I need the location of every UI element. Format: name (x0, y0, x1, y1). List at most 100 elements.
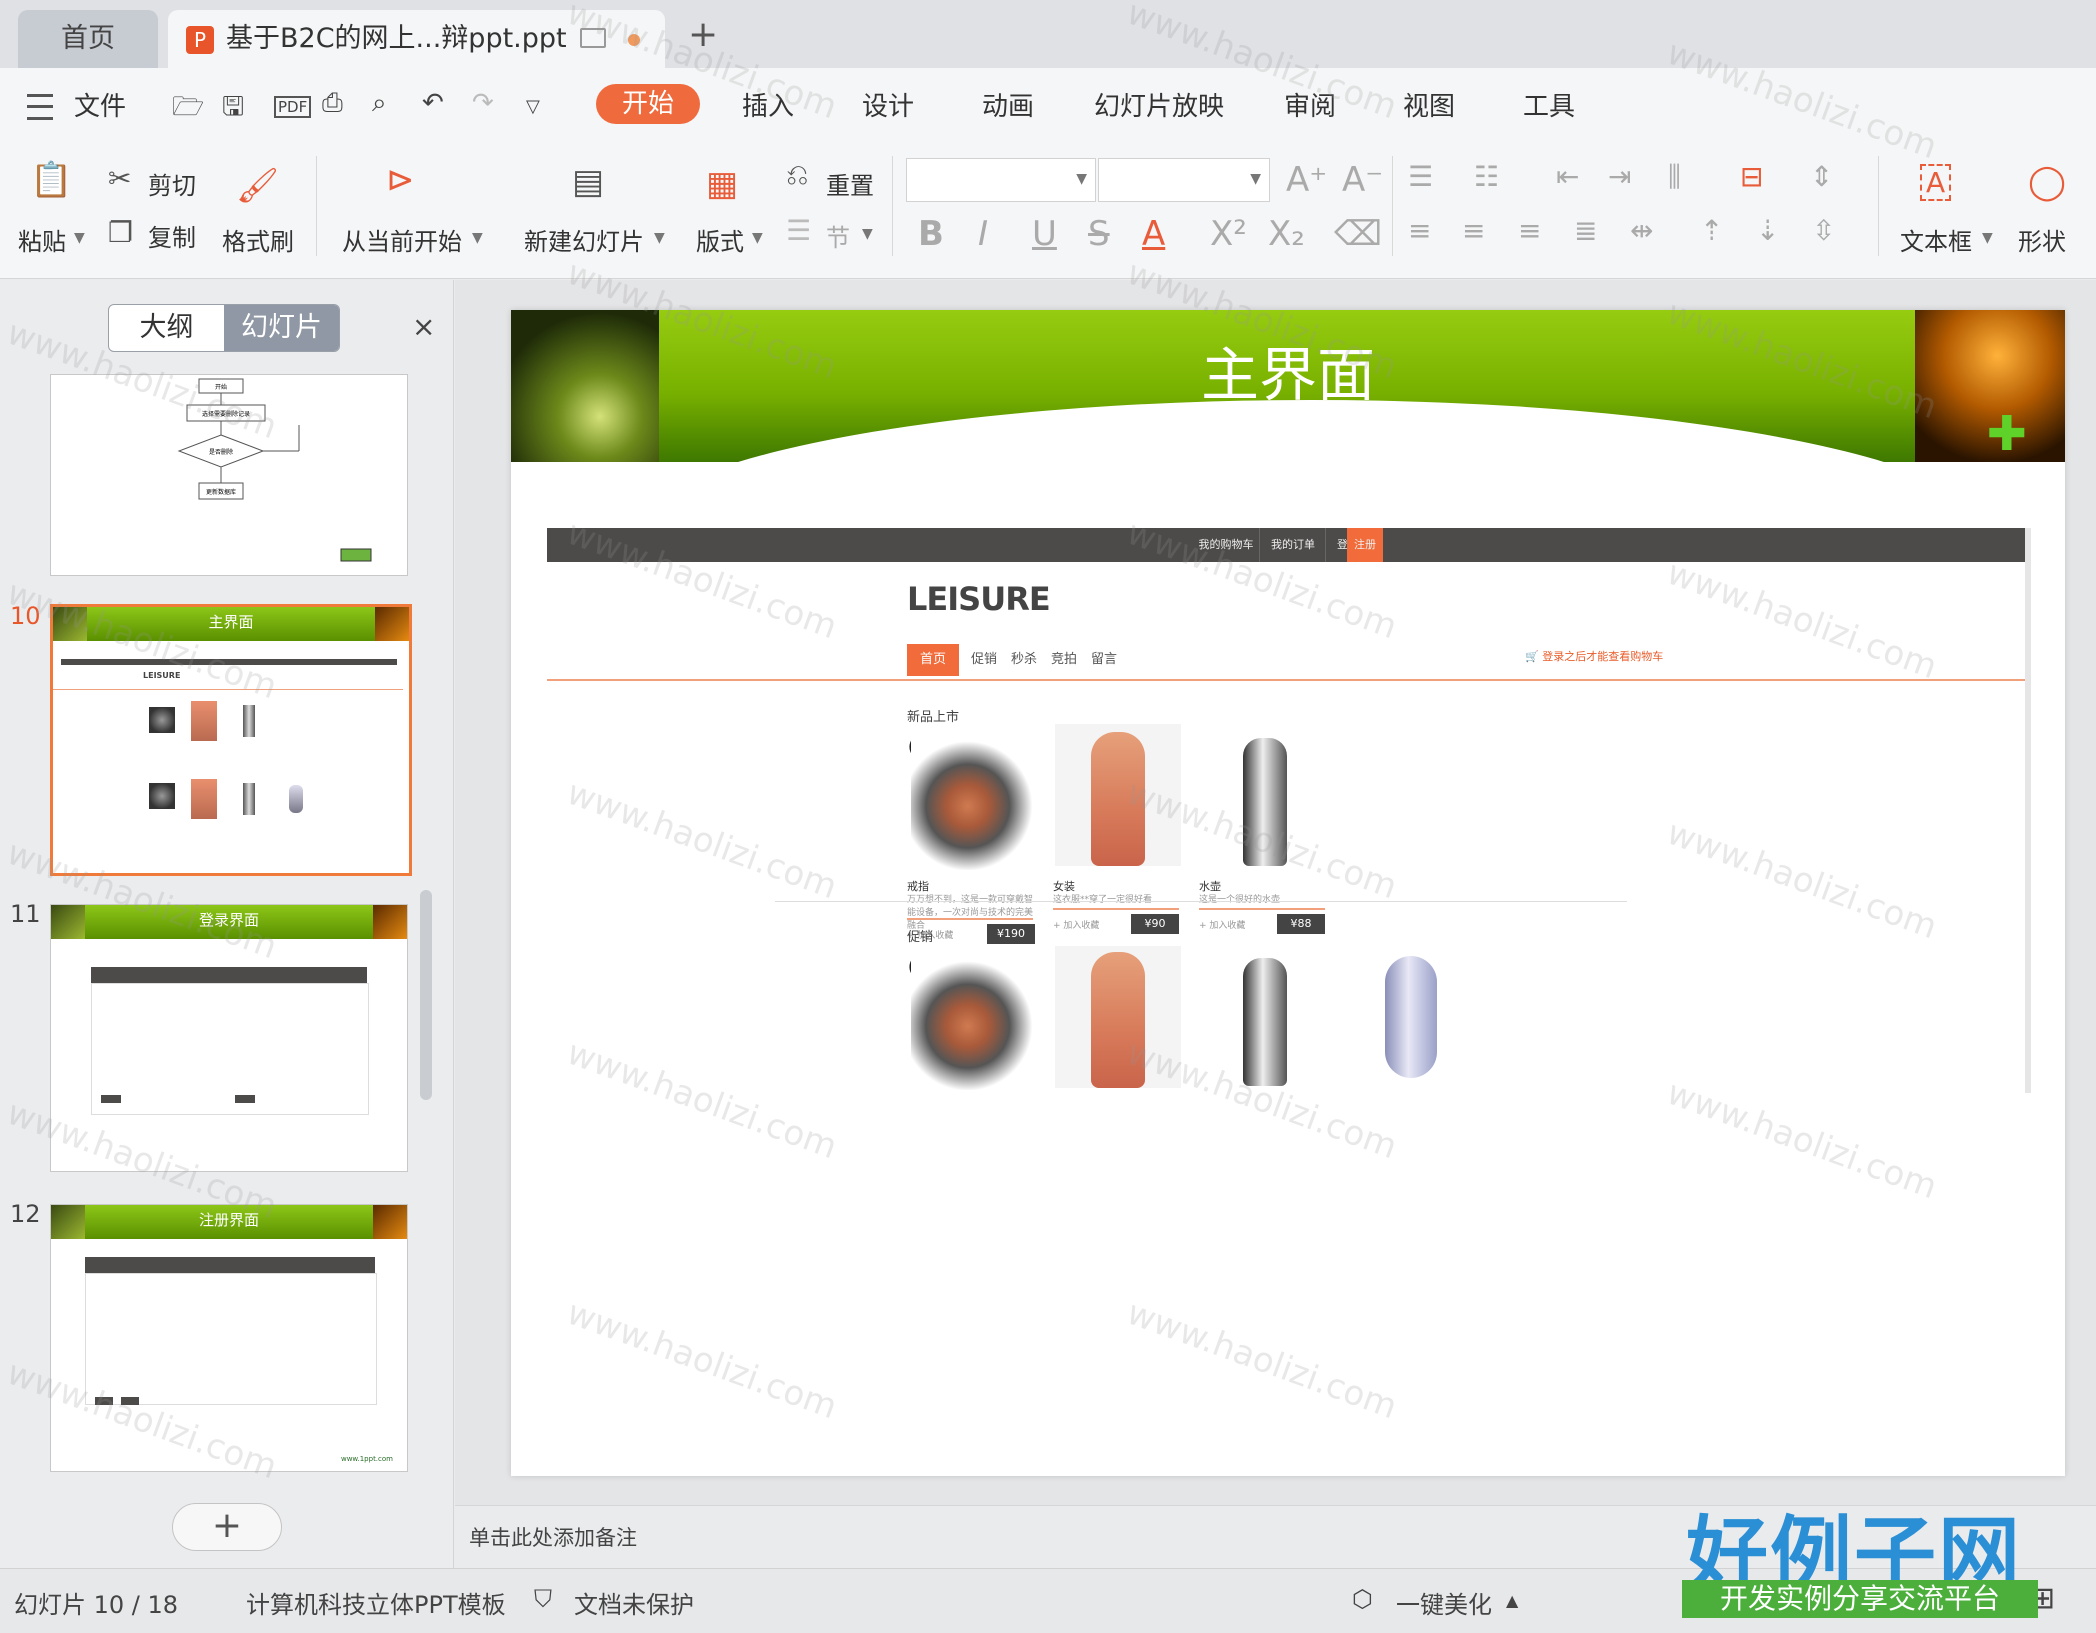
justify-icon[interactable]: ≣ (1574, 214, 1597, 247)
section-button[interactable]: 节 (826, 218, 850, 253)
bullet-list-icon[interactable]: ☰ (1408, 160, 1433, 193)
align-right-icon[interactable]: ≡ (1518, 214, 1541, 247)
bold-button[interactable]: B (918, 214, 944, 254)
menu-view[interactable]: 视图 (1403, 86, 1455, 123)
menu-animation[interactable]: 动画 (982, 86, 1034, 123)
undo-icon[interactable]: ↶ (422, 88, 444, 118)
menu-design[interactable]: 设计 (862, 86, 914, 123)
ribbon-separator (316, 156, 317, 256)
format-painter-button[interactable]: 格式刷 (222, 222, 294, 257)
textbox-dropdown-icon[interactable]: ▼ (1982, 230, 1993, 246)
decrease-indent-icon[interactable]: ⇤ (1556, 160, 1579, 193)
menu-file[interactable]: 文件 (74, 86, 126, 123)
dress-image (1055, 946, 1181, 1088)
save-icon[interactable]: 🖫 (222, 88, 244, 132)
font-color-button[interactable]: A (1142, 214, 1165, 254)
notes-placeholder[interactable]: 单击此处添加备注 (469, 1522, 637, 1552)
slide[interactable]: ✚ 主界面 我的购物车 我的订单 登录 注册 LEISURE 首页 促销 秒杀 … (511, 310, 2065, 1476)
play-from-current-icon[interactable]: ⊳ (386, 160, 415, 200)
subscript-icon[interactable]: X₂ (1268, 214, 1305, 254)
font-size-select[interactable]: ▼ (1098, 158, 1270, 202)
open-folder-icon[interactable]: 🗁 (172, 88, 204, 132)
shape-icon[interactable]: ◯ (2028, 162, 2066, 202)
italic-button[interactable]: I (978, 214, 988, 254)
format-painter-icon[interactable]: 🖌 (236, 166, 279, 206)
paste-icon[interactable]: 📋 (30, 160, 72, 200)
text-direction-icon[interactable]: ⫼ (1668, 160, 1681, 194)
new-slide-dropdown-icon[interactable]: ▼ (654, 230, 665, 246)
menu-slideshow[interactable]: 幻灯片放映 (1094, 86, 1224, 123)
thumb-logo: LEISURE (143, 671, 181, 680)
superscript-icon[interactable]: X² (1210, 214, 1247, 254)
tab-home[interactable]: 首页 (18, 10, 158, 68)
thumbnail-scrollbar[interactable] (420, 890, 432, 1100)
numbered-list-icon[interactable]: ☷ (1474, 160, 1499, 193)
ribbon-separator (892, 156, 893, 256)
spacing-icon[interactable]: ⇳ (1812, 214, 1835, 247)
align-center-icon[interactable]: ≡ (1462, 214, 1485, 247)
quick-access-dropdown-icon[interactable]: ▽ (526, 96, 540, 117)
section-icon[interactable]: ☰ (786, 214, 811, 247)
cut-button[interactable]: 剪切 (148, 166, 196, 201)
slide-thumbnail[interactable]: 注册界面 www.1ppt.com (50, 1204, 408, 1472)
slide-title[interactable]: 主界面 (511, 328, 2065, 412)
menu-start[interactable]: 开始 (596, 84, 700, 124)
decrease-font-icon[interactable]: A⁻ (1342, 160, 1383, 200)
layout-icon[interactable]: ▦ (706, 164, 738, 204)
increase-font-icon[interactable]: A⁺ (1286, 160, 1327, 200)
align-left-icon[interactable]: ≡ (1408, 214, 1431, 247)
copy-icon[interactable]: ❐ (108, 216, 133, 249)
slides-tab[interactable]: 幻灯片 (224, 305, 339, 351)
paste-dropdown-icon[interactable]: ▼ (74, 230, 85, 246)
textbox-icon[interactable]: A (1920, 164, 1952, 201)
shape-button[interactable]: 形状 (2018, 222, 2066, 257)
textbox-button[interactable]: 文本框 (1900, 222, 1972, 257)
pdf-icon[interactable]: PDF (274, 96, 312, 118)
para-spacing-before-icon[interactable]: ⇡ (1700, 214, 1723, 247)
font-family-select[interactable]: ▼ (906, 158, 1096, 202)
monitor-icon[interactable] (580, 28, 606, 48)
line-spacing-icon[interactable]: ⇕ (1810, 160, 1833, 193)
close-pane-icon[interactable]: × (412, 310, 435, 343)
layout-button[interactable]: 版式 (696, 222, 744, 257)
scissors-icon[interactable]: ✂ (108, 162, 131, 195)
underline-button[interactable]: U (1032, 214, 1057, 254)
from-current-dropdown-icon[interactable]: ▼ (472, 230, 483, 246)
slide-thumbnail-selected[interactable]: 主界面 LEISURE (50, 604, 412, 876)
distribute-icon[interactable]: ⇹ (1630, 214, 1653, 247)
para-spacing-after-icon[interactable]: ⇣ (1756, 214, 1779, 247)
slide-thumbnail[interactable]: 登录界面 (50, 904, 408, 1172)
print-icon[interactable]: ⎙ (322, 88, 343, 119)
slide-number: 11 (10, 900, 41, 928)
layout-dropdown-icon[interactable]: ▼ (752, 230, 763, 246)
menu-insert[interactable]: 插入 (742, 86, 794, 123)
reset-button[interactable]: 重置 (826, 166, 874, 201)
from-current-button[interactable]: 从当前开始 (342, 222, 462, 257)
reset-icon[interactable]: ⎌ (786, 158, 808, 192)
new-slide-icon[interactable]: ▤ (572, 162, 604, 202)
strikethrough-button[interactable]: S (1088, 214, 1110, 254)
shaver-image (1347, 948, 1473, 1090)
menu-tools[interactable]: 工具 (1523, 86, 1575, 123)
clear-format-icon[interactable]: ⌫ (1334, 214, 1382, 254)
section-dropdown-icon[interactable]: ▼ (862, 226, 873, 242)
new-slide-button[interactable]: 新建幻灯片 (524, 222, 644, 257)
outline-tab[interactable]: 大纲 (109, 305, 224, 351)
increase-indent-icon[interactable]: ⇥ (1608, 160, 1631, 193)
copy-button[interactable]: 复制 (148, 218, 196, 253)
paste-button[interactable]: 粘贴 (18, 222, 66, 257)
beautify-dropdown-icon[interactable]: ▲ (1506, 1591, 1518, 1610)
print-preview-icon[interactable]: ⌕ (372, 88, 387, 119)
template-name[interactable]: 计算机科技立体PPT模板 (246, 1585, 506, 1620)
menu-review[interactable]: 审阅 (1284, 86, 1336, 123)
redo-icon[interactable]: ↷ (472, 88, 494, 118)
new-tab-button[interactable]: + (688, 14, 718, 55)
hamburger-icon[interactable] (27, 94, 53, 120)
add-slide-button[interactable]: + (172, 1503, 282, 1551)
tab-document[interactable]: P 基于B2C的网上...辩ppt.ppt (168, 10, 665, 68)
slide-thumbnail[interactable]: 开始 选择需要删除记录 是否删除 更新数据库 (50, 374, 408, 576)
align-text-icon[interactable]: ⊟ (1740, 160, 1763, 193)
product-rule (1199, 908, 1325, 910)
doc-protect-status[interactable]: 文档未保护 (574, 1585, 694, 1620)
beautify-button[interactable]: 一键美化 (1396, 1585, 1492, 1620)
